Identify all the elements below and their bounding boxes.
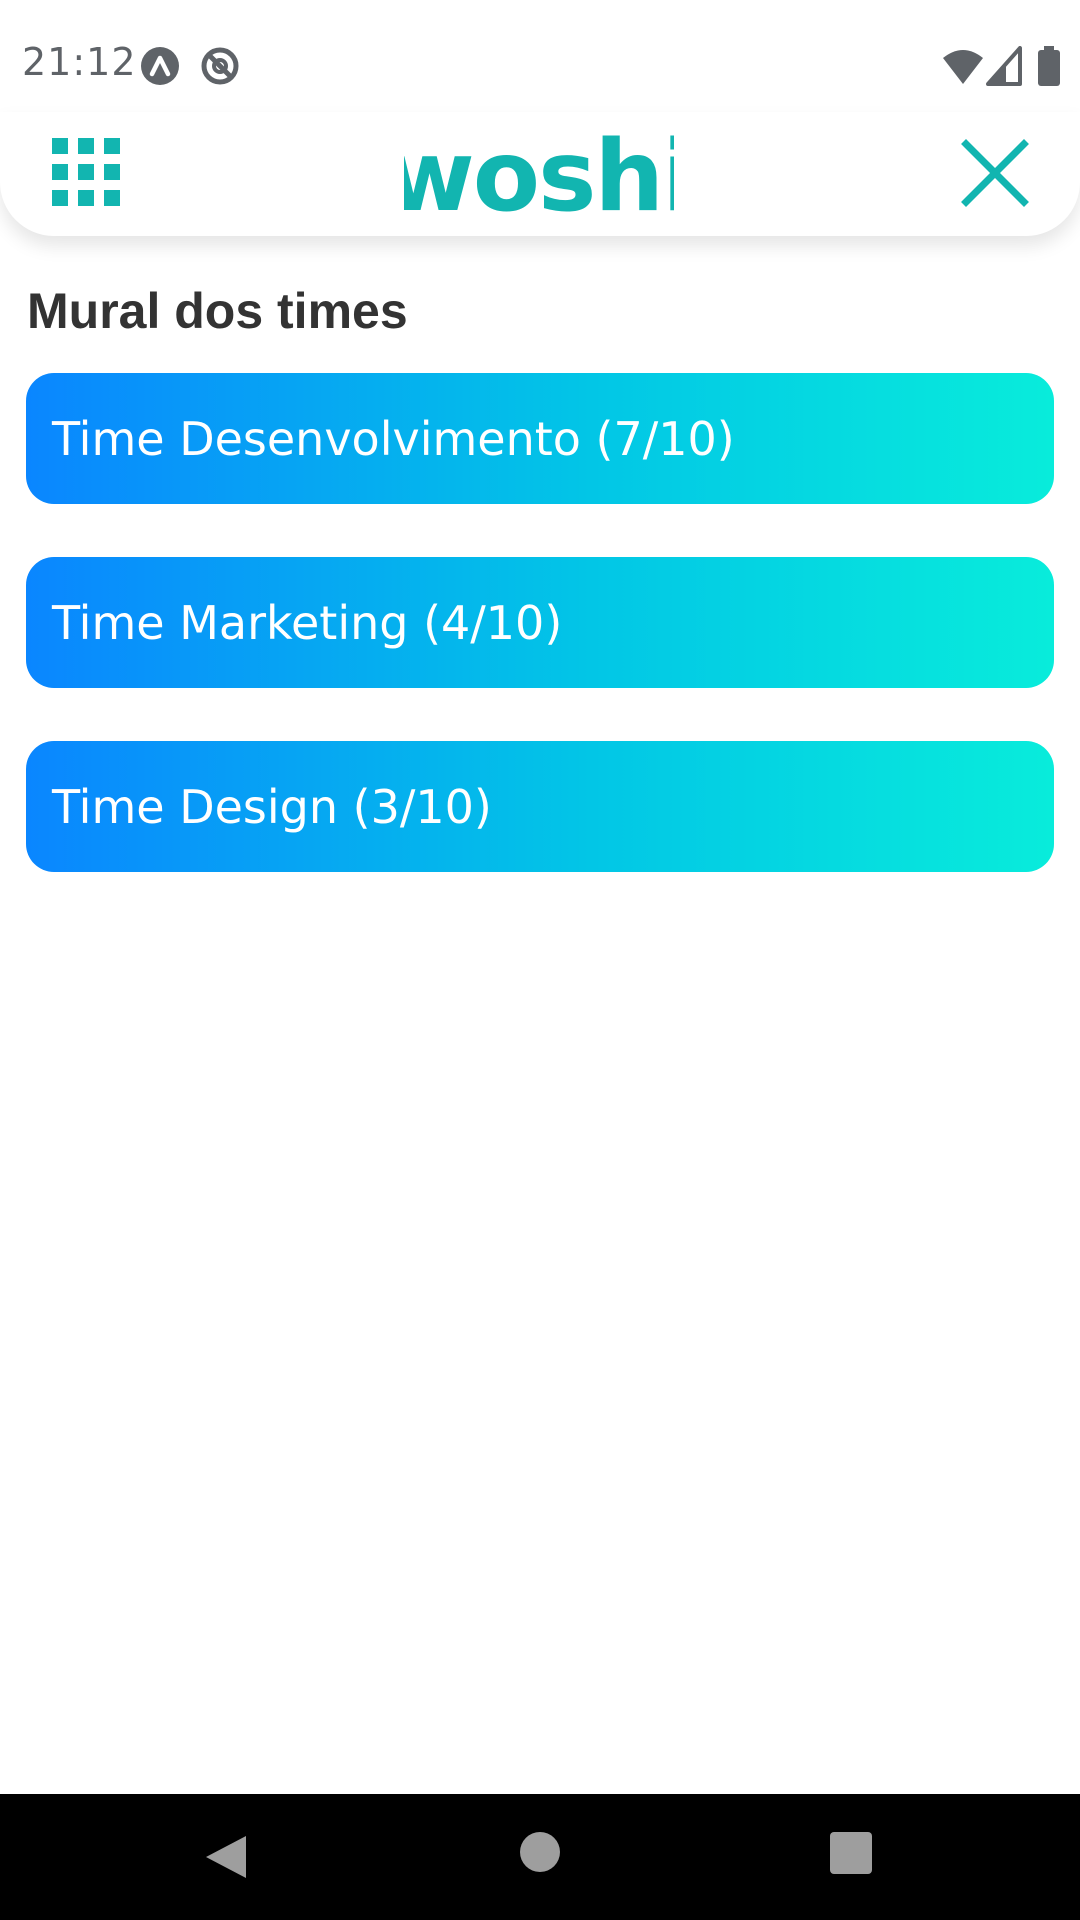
app-header: woshi — [0, 112, 1080, 236]
app-notification-icon — [141, 47, 179, 85]
grid-menu-icon[interactable] — [52, 138, 120, 206]
back-icon[interactable] — [204, 1834, 248, 1880]
team-card-label: Time Desenvolvimento (7/10) — [52, 411, 735, 466]
page-title: Mural dos times — [27, 283, 408, 339]
team-list: Time Desenvolvimento (7/10) Time Marketi… — [26, 373, 1054, 925]
cell-signal-icon — [986, 46, 1022, 86]
status-bar: 21:12 — [0, 0, 1080, 120]
team-card-label: Time Design (3/10) — [52, 779, 492, 834]
status-time: 21:12 — [22, 40, 137, 84]
woshi-logo: woshi — [404, 128, 674, 224]
team-card-desenvolvimento[interactable]: Time Desenvolvimento (7/10) — [26, 373, 1054, 504]
screen: 21:12 wosh Mural dos times Time Desenvol… — [0, 0, 1080, 1920]
recents-icon[interactable] — [830, 1832, 872, 1874]
svg-text:woshi: woshi — [404, 128, 674, 224]
wifi-icon — [943, 50, 983, 84]
battery-icon — [1038, 46, 1060, 86]
team-card-label: Time Marketing (4/10) — [52, 595, 563, 650]
navigation-bar — [0, 1794, 1080, 1920]
at-sign-icon — [201, 47, 239, 85]
team-card-design[interactable]: Time Design (3/10) — [26, 741, 1054, 872]
close-icon[interactable] — [960, 138, 1030, 208]
team-card-marketing[interactable]: Time Marketing (4/10) — [26, 557, 1054, 688]
home-icon[interactable] — [520, 1832, 560, 1872]
